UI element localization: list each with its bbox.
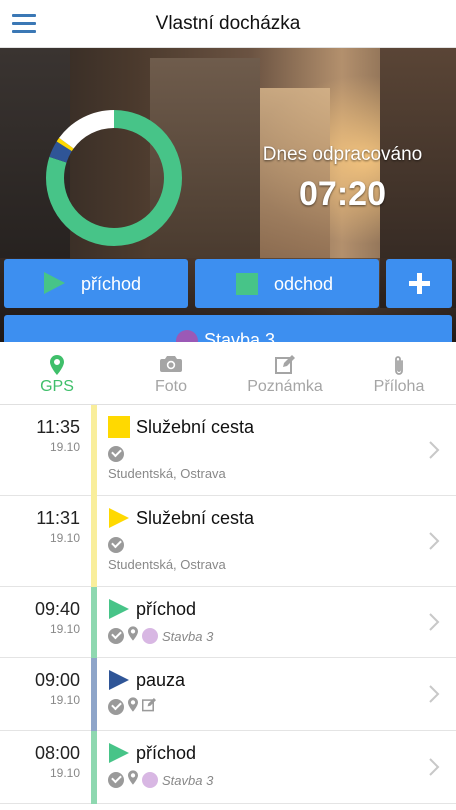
check-icon xyxy=(108,537,124,553)
entry-label: Služební cesta xyxy=(136,417,255,437)
entry-date: 19.10 xyxy=(49,440,80,454)
chevron-right-icon xyxy=(428,757,440,782)
tab-priloha[interactable]: Příloha xyxy=(342,342,456,405)
site-select-button[interactable]: Stavba 3 xyxy=(4,315,452,342)
worked-time-ring xyxy=(46,110,182,246)
entry-label: příchod xyxy=(136,599,197,619)
summary-panel: Dnes odpracováno 07:20 příchod odchod St… xyxy=(0,48,456,342)
tab-label: Poznámka xyxy=(247,378,323,395)
check-icon xyxy=(108,446,124,462)
entry-time: 11:31 xyxy=(36,508,80,528)
entry-address: Studentská, Ostrava xyxy=(108,557,226,572)
tab-label: Foto xyxy=(154,378,187,395)
list-item[interactable]: 09:40 19.10 příchod Stavba 3 xyxy=(0,587,456,658)
tab-gps[interactable]: GPS xyxy=(0,342,114,405)
worked-today-label: Dnes odpracováno xyxy=(262,144,423,165)
chevron-right-icon xyxy=(428,531,440,556)
chevron-right-icon xyxy=(428,440,440,465)
entry-label: příchod xyxy=(136,743,197,763)
entry-meta xyxy=(108,536,128,554)
entry-time: 09:00 xyxy=(34,670,80,690)
edit-icon xyxy=(275,355,295,380)
entry-address: Studentská, Ostrava xyxy=(108,466,226,481)
entry-meta: Stavba 3 xyxy=(108,626,214,646)
location-pin-icon xyxy=(128,770,138,790)
tab-foto[interactable]: Foto xyxy=(114,342,228,405)
entry-color-bar xyxy=(91,587,97,658)
entry-color-bar xyxy=(91,405,97,496)
entry-date: 19.10 xyxy=(49,766,80,780)
leave-label: odchod xyxy=(274,274,334,294)
chevron-right-icon xyxy=(428,612,440,637)
green-play-icon xyxy=(108,742,130,764)
worked-today-time: 07:20 xyxy=(299,175,386,213)
entry-color-bar xyxy=(91,658,97,731)
blue-play-icon xyxy=(108,669,130,691)
location-pin-icon xyxy=(50,355,64,380)
location-pin-icon xyxy=(128,697,138,717)
list-item[interactable]: 11:35 19.10 Služební cesta Studentská, O… xyxy=(0,405,456,496)
edit-icon xyxy=(141,697,156,717)
entry-site: Stavba 3 xyxy=(162,628,214,644)
list-item[interactable]: 11:31 19.10 Služební cesta Studentská, O… xyxy=(0,496,456,587)
entry-meta xyxy=(108,445,128,463)
green-play-icon xyxy=(108,598,130,620)
entry-label: Služební cesta xyxy=(136,508,255,528)
tab-bar: GPS Foto Poznámka Příloha xyxy=(0,342,456,405)
entry-date: 19.10 xyxy=(49,622,80,636)
arrive-label: příchod xyxy=(81,274,142,294)
location-pin-icon xyxy=(128,626,138,646)
leave-button[interactable]: odchod xyxy=(195,259,379,308)
entry-site: Stavba 3 xyxy=(162,772,214,788)
entry-meta: Stavba 3 xyxy=(108,770,214,790)
list-item[interactable]: 08:00 19.10 příchod Stavba 3 xyxy=(0,731,456,804)
tab-poznamka[interactable]: Poznámka xyxy=(228,342,342,405)
arrive-button[interactable]: příchod xyxy=(4,259,188,308)
app-header: Vlastní docházka xyxy=(0,0,456,48)
entry-time: 09:40 xyxy=(34,599,80,619)
tab-label: Příloha xyxy=(373,378,425,395)
site-color-dot xyxy=(176,330,198,342)
yellow-play-icon xyxy=(108,507,130,529)
chevron-right-icon xyxy=(428,684,440,709)
entry-date: 19.10 xyxy=(49,531,80,545)
page-title: Vlastní docházka xyxy=(155,13,301,34)
site-label: Stavba 3 xyxy=(204,330,276,342)
entry-date: 19.10 xyxy=(49,693,80,707)
entry-label: pauza xyxy=(136,670,186,690)
check-icon xyxy=(108,699,124,715)
entry-time: 11:35 xyxy=(36,417,80,437)
tab-label: GPS xyxy=(40,378,74,395)
list-item[interactable]: 09:00 19.10 pauza xyxy=(0,658,456,731)
add-button[interactable] xyxy=(386,259,452,308)
entry-meta xyxy=(108,697,156,717)
entry-color-bar xyxy=(91,731,97,804)
site-color-dot xyxy=(142,628,158,644)
entry-color-bar xyxy=(91,496,97,587)
check-icon xyxy=(108,772,124,788)
site-color-dot xyxy=(142,772,158,788)
yellow-square-icon xyxy=(108,416,130,438)
entry-time: 08:00 xyxy=(34,743,80,763)
camera-icon xyxy=(160,355,182,378)
play-icon xyxy=(44,272,65,294)
check-icon xyxy=(108,628,124,644)
stop-icon xyxy=(236,273,258,295)
